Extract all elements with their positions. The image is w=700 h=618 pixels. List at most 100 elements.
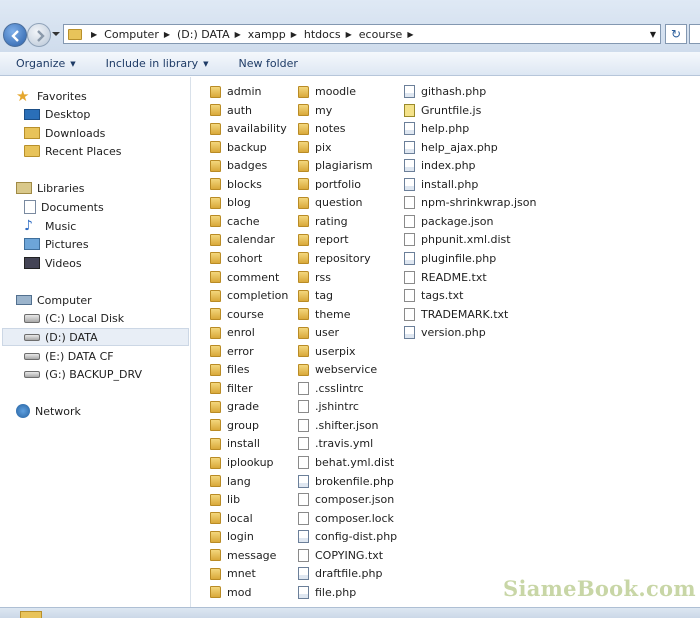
file-item[interactable]: rating [298, 213, 348, 230]
address-dropdown-icon[interactable]: ▼ [650, 30, 656, 39]
file-item[interactable]: repository [298, 250, 371, 267]
file-item[interactable]: version.php [404, 324, 486, 341]
file-item[interactable]: githash.php [404, 83, 486, 100]
file-item[interactable]: webservice [298, 361, 377, 378]
file-item[interactable]: plagiarism [298, 157, 373, 174]
file-item[interactable]: my [298, 102, 332, 119]
nav-network[interactable]: Network [16, 402, 81, 420]
file-item[interactable]: error [210, 343, 254, 360]
file-item[interactable]: cache [210, 213, 260, 230]
file-item[interactable]: package.json [404, 213, 493, 230]
file-item[interactable]: pluginfile.php [404, 250, 496, 267]
file-item[interactable]: tags.txt [404, 287, 463, 304]
file-item[interactable]: .shifter.json [298, 417, 379, 434]
file-item[interactable]: install.php [404, 176, 478, 193]
file-item[interactable]: report [298, 231, 349, 248]
file-item[interactable]: filter [210, 380, 253, 397]
file-item[interactable]: user [298, 324, 339, 341]
nav-pictures[interactable]: Pictures [24, 235, 89, 253]
file-item[interactable]: index.php [404, 157, 476, 174]
file-item[interactable]: backup [210, 139, 267, 156]
file-item[interactable]: blog [210, 194, 251, 211]
file-item[interactable]: .travis.yml [298, 435, 373, 452]
file-item[interactable]: admin [210, 83, 261, 100]
file-item[interactable]: pix [298, 139, 332, 156]
file-item[interactable]: lang [210, 473, 251, 490]
file-item[interactable]: help_ajax.php [404, 139, 498, 156]
file-item[interactable]: rss [298, 269, 331, 286]
file-item[interactable]: mnet [210, 565, 256, 582]
nav-videos[interactable]: Videos [24, 254, 82, 272]
file-item[interactable]: draftfile.php [298, 565, 382, 582]
nav-downloads[interactable]: Downloads [24, 124, 105, 142]
file-item[interactable]: phpunit.xml.dist [404, 231, 511, 248]
file-item[interactable]: COPYING.txt [298, 547, 383, 564]
file-item[interactable]: Gruntfile.js [404, 102, 481, 119]
nav-drive-g[interactable]: (G:) BACKUP_DRV [24, 365, 142, 383]
file-item[interactable]: availability [210, 120, 287, 137]
file-item[interactable]: files [210, 361, 249, 378]
forward-button[interactable] [27, 23, 51, 47]
search-input[interactable] [689, 24, 700, 44]
nav-documents[interactable]: Documents [24, 198, 104, 216]
file-item[interactable]: npm-shrinkwrap.json [404, 194, 537, 211]
file-item[interactable]: theme [298, 306, 351, 323]
file-item[interactable]: help.php [404, 120, 469, 137]
file-item[interactable]: login [210, 528, 254, 545]
file-item[interactable]: composer.json [298, 491, 394, 508]
file-item[interactable]: README.txt [404, 269, 487, 286]
file-item[interactable]: completion [210, 287, 288, 304]
file-item[interactable]: auth [210, 102, 252, 119]
file-item[interactable]: question [298, 194, 363, 211]
back-button[interactable] [3, 23, 27, 47]
file-item[interactable]: moodle [298, 83, 356, 100]
file-item[interactable]: install [210, 435, 260, 452]
organize-menu[interactable]: Organize ▼ [0, 57, 84, 70]
breadcrumb-ecourse[interactable]: ecourse ▶ [359, 28, 421, 41]
nav-drive-c[interactable]: (C:) Local Disk [24, 309, 124, 327]
file-item[interactable]: brokenfile.php [298, 473, 394, 490]
file-item[interactable]: local [210, 510, 253, 527]
file-item[interactable]: grade [210, 398, 259, 415]
file-item[interactable]: composer.lock [298, 510, 394, 527]
new-folder-button[interactable]: New folder [231, 57, 306, 70]
nav-drive-d[interactable]: (D:) DATA [2, 328, 189, 346]
include-in-library-menu[interactable]: Include in library ▼ [98, 57, 217, 70]
nav-drive-e[interactable]: (E:) DATA CF [24, 347, 114, 365]
file-item[interactable]: portfolio [298, 176, 361, 193]
nav-desktop[interactable]: Desktop [24, 105, 90, 123]
file-item[interactable]: course [210, 306, 264, 323]
file-item[interactable]: .jshintrc [298, 398, 359, 415]
file-item[interactable]: tag [298, 287, 333, 304]
file-item[interactable]: TRADEMARK.txt [404, 306, 508, 323]
file-item[interactable]: comment [210, 269, 279, 286]
breadcrumb-xampp[interactable]: xampp ▶ [248, 28, 304, 41]
file-item[interactable]: notes [298, 120, 346, 137]
file-item[interactable]: behat.yml.dist [298, 454, 394, 471]
breadcrumb-htdocs[interactable]: htdocs ▶ [304, 28, 359, 41]
file-item[interactable]: userpix [298, 343, 356, 360]
file-item[interactable]: iplookup [210, 454, 274, 471]
file-item[interactable]: enrol [210, 324, 255, 341]
file-item[interactable]: message [210, 547, 276, 564]
file-item[interactable]: config-dist.php [298, 528, 397, 545]
nav-computer[interactable]: Computer [16, 291, 92, 309]
file-item[interactable]: cohort [210, 250, 262, 267]
file-item[interactable]: mod [210, 584, 251, 601]
file-item[interactable]: blocks [210, 176, 262, 193]
address-field[interactable]: ▶ Computer ▶ (D:) DATA ▶ xampp ▶ htdocs ▶ ec… [63, 24, 661, 44]
recent-pages-dropdown-icon[interactable] [52, 30, 60, 38]
file-item[interactable]: calendar [210, 231, 275, 248]
file-item[interactable]: .csslintrc [298, 380, 364, 397]
file-item[interactable]: group [210, 417, 259, 434]
nav-music[interactable]: ♪ Music [24, 217, 76, 235]
file-item[interactable]: lib [210, 491, 240, 508]
breadcrumb-root-separator[interactable]: ▶ [86, 30, 104, 39]
refresh-button[interactable]: ↻ [665, 24, 687, 44]
breadcrumb-computer[interactable]: Computer ▶ [104, 28, 177, 41]
breadcrumb-drive[interactable]: (D:) DATA ▶ [177, 28, 248, 41]
file-item[interactable]: badges [210, 157, 267, 174]
file-item[interactable]: file.php [298, 584, 356, 601]
nav-libraries[interactable]: Libraries [16, 179, 85, 197]
nav-favorites[interactable]: ★ Favorites [16, 87, 87, 105]
